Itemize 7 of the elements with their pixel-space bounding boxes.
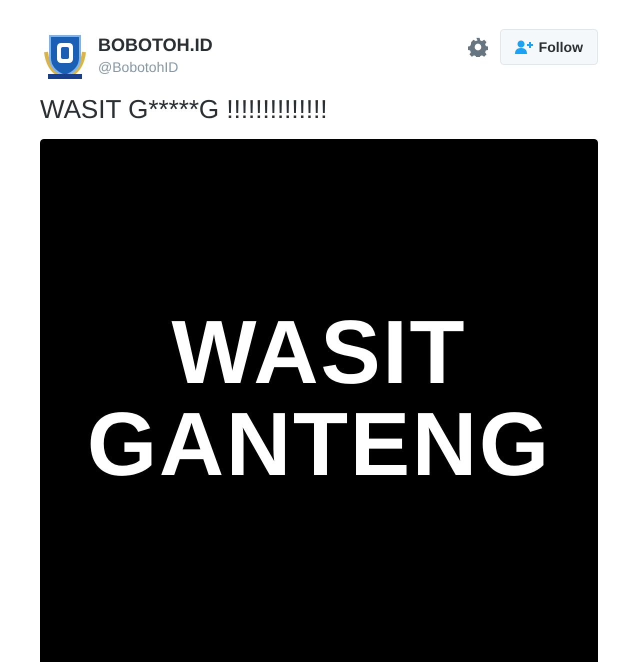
add-user-icon (514, 40, 533, 54)
tweet-text: WASIT G*****G !!!!!!!!!!!!!! (40, 94, 329, 125)
author-name[interactable]: BOBOTOH.ID (98, 35, 468, 56)
settings-icon[interactable] (468, 37, 488, 57)
image-caption: WASIT (172, 307, 466, 399)
follow-button[interactable]: Follow (500, 29, 598, 65)
image-caption: GANTENG (87, 399, 551, 491)
